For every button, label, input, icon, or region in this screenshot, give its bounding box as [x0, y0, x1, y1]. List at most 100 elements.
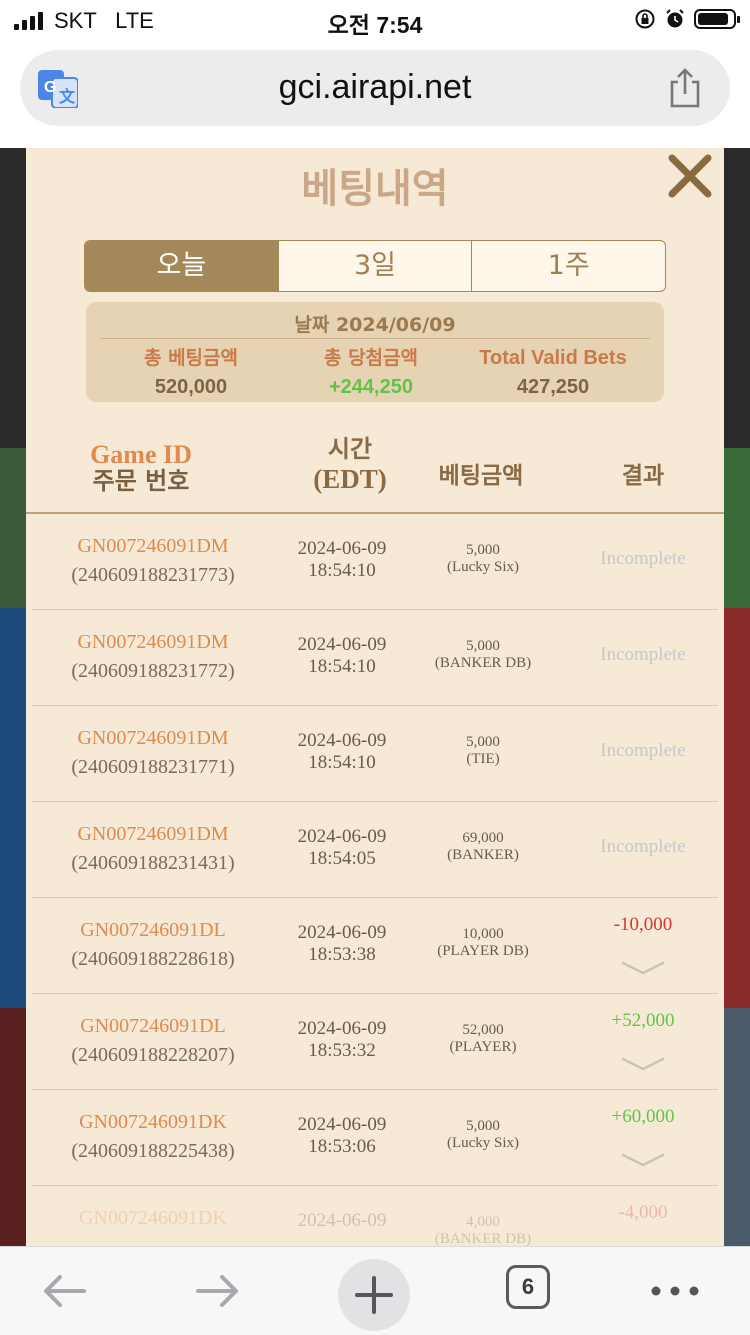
bet-time: 18:53:06 — [308, 1136, 376, 1157]
bet-time: 18:54:10 — [308, 752, 376, 773]
tab-today[interactable]: 오늘 — [85, 241, 279, 291]
bet-amount: 5,000 — [466, 1118, 500, 1134]
column-result: 결과 — [621, 463, 665, 489]
rotation-lock-icon — [635, 9, 655, 29]
total-bet-summary: 총 베팅금액 520,000 — [96, 344, 286, 402]
table-row: GN007246091DK 2024-06-09 4,000 (BANKER DB) -… — [32, 1186, 718, 1246]
period-tabs: 오늘 3일 1주 — [84, 240, 666, 292]
total-win-summary: 총 당첨금액 +244,250 — [276, 344, 466, 402]
address-bar[interactable]: G 文 gci.airapi.net — [20, 50, 730, 126]
browser-bar: G 文 gci.airapi.net — [0, 44, 750, 148]
table-row: GN007246091DM (240609188231772) 2024-06-09… — [32, 610, 718, 706]
bet-amount: 5,000 — [466, 734, 500, 750]
order-id: (240609188228618) — [71, 948, 235, 970]
bet-date: 2024-06-09 — [297, 1018, 387, 1039]
game-id: GN007246091DL — [80, 919, 226, 941]
bet-type: (BANKER DB) — [434, 1231, 532, 1246]
table-row: GN007246091DM (240609188231771) 2024-06-09… — [32, 706, 718, 802]
order-id: (240609188225438) — [71, 1140, 235, 1162]
order-id: (240609188228207) — [71, 1044, 235, 1066]
bet-amount: 5,000 — [466, 638, 500, 654]
bet-amount: 4,000 — [466, 1214, 500, 1230]
chevron-down-icon[interactable] — [621, 1152, 665, 1168]
column-time: 시간 (EDT) — [313, 435, 387, 494]
column-game-id: Game ID 주문 번호 — [90, 440, 192, 495]
plus-icon — [355, 1276, 393, 1314]
share-icon[interactable] — [666, 66, 704, 110]
chevron-down-icon[interactable] — [621, 1056, 665, 1072]
table-row: GN007246091DL (240609188228618) 2024-06-09… — [32, 898, 718, 994]
bet-amount: 52,000 — [462, 1022, 504, 1038]
table-row: GN007246091DM (240609188231773) 2024-06-09… — [32, 514, 718, 610]
bet-date: 2024-06-09 — [297, 1114, 387, 1135]
total-win-label: 총 당첨금액 — [323, 347, 418, 369]
back-arrow-icon — [44, 1275, 86, 1307]
battery-icon — [694, 9, 740, 29]
bet-result: Incomplete — [600, 740, 686, 761]
tab-3-days[interactable]: 3일 — [279, 241, 473, 291]
forward-button[interactable] — [188, 1261, 248, 1321]
bet-time: 18:53:38 — [308, 944, 376, 965]
bet-time: 18:53:32 — [308, 1040, 376, 1061]
order-id: (240609188231771) — [71, 756, 235, 778]
bet-type: (Lucky Six) — [446, 559, 520, 575]
alarm-icon — [666, 9, 684, 28]
divider — [100, 338, 650, 339]
betting-history-popup: 베팅내역 오늘 3일 1주 날짜 2024/06/09 총 베팅금액 520,0… — [26, 148, 724, 1246]
chevron-down-icon[interactable] — [621, 960, 665, 976]
order-id: (240609188231772) — [71, 660, 235, 682]
more-icon — [651, 1286, 699, 1296]
bet-result: +60,000 — [611, 1106, 675, 1127]
bet-date: 2024-06-09 — [297, 1210, 387, 1231]
table-row: GN007246091DK (240609188225438) 2024-06-09… — [32, 1090, 718, 1186]
bet-date: 2024-06-09 — [297, 826, 387, 847]
bet-type: (PLAYER) — [449, 1039, 517, 1055]
bet-result: Incomplete — [600, 644, 686, 665]
bet-result: -4,000 — [618, 1202, 668, 1223]
order-id: (240609188231773) — [71, 564, 235, 586]
bet-result: +52,000 — [611, 1010, 675, 1031]
bet-date: 2024-06-09 — [297, 730, 387, 751]
game-id: GN007246091DK — [79, 1207, 227, 1229]
bet-type: (BANKER) — [447, 847, 519, 863]
tabs-button[interactable]: 6 — [506, 1265, 550, 1309]
bet-type: (PLAYER DB) — [437, 943, 529, 959]
bet-date: 2024-06-09 — [297, 538, 387, 559]
valid-bets-summary: Total Valid Bets 427,250 — [458, 344, 648, 402]
forward-arrow-icon — [196, 1275, 238, 1307]
summary-date: 날짜 2024/06/09 — [294, 314, 456, 336]
table-header: Game ID 주문 번호 시간 (EDT) 베팅금액 결과 — [26, 435, 724, 512]
bet-amount: 69,000 — [462, 830, 504, 846]
new-tab-button[interactable] — [338, 1259, 410, 1331]
bet-result: Incomplete — [600, 836, 686, 857]
order-id: (240609188231431) — [71, 852, 235, 874]
bet-result: -10,000 — [613, 914, 673, 935]
total-win-value: +244,250 — [329, 376, 413, 398]
game-id: GN007246091DM — [77, 823, 229, 845]
tab-1-week[interactable]: 1주 — [472, 241, 665, 291]
bet-type: (TIE) — [466, 751, 500, 767]
bet-time: 18:54:05 — [308, 848, 376, 869]
total-bet-value: 520,000 — [154, 376, 228, 398]
url-text[interactable]: gci.airapi.net — [20, 68, 730, 107]
total-bet-label: 총 베팅금액 — [143, 347, 238, 369]
close-icon[interactable] — [664, 150, 716, 202]
summary-panel: 날짜 2024/06/09 총 베팅금액 520,000 총 당첨금액 +244… — [86, 302, 664, 402]
bet-type: (Lucky Six) — [446, 1135, 520, 1151]
bet-list: GN007246091DM (240609188231773) 2024-06-09… — [32, 514, 718, 1246]
table-row: GN007246091DM (240609188231431) 2024-06-09… — [32, 802, 718, 898]
bet-date: 2024-06-09 — [297, 922, 387, 943]
table-row: GN007246091DL (240609188228207) 2024-06-09… — [32, 994, 718, 1090]
back-button[interactable] — [34, 1261, 94, 1321]
game-id: GN007246091DM — [77, 631, 229, 653]
bet-type: (BANKER DB) — [434, 655, 532, 671]
valid-bets-value: 427,250 — [516, 376, 590, 398]
bet-amount: 10,000 — [462, 926, 504, 942]
bet-time: 18:54:10 — [308, 656, 376, 677]
column-bet-amount: 베팅금액 — [438, 463, 524, 489]
bet-date: 2024-06-09 — [297, 634, 387, 655]
game-id: GN007246091DM — [77, 535, 229, 557]
browser-toolbar: 6 — [0, 1246, 750, 1335]
more-button[interactable] — [640, 1261, 710, 1321]
game-id: GN007246091DK — [79, 1111, 227, 1133]
